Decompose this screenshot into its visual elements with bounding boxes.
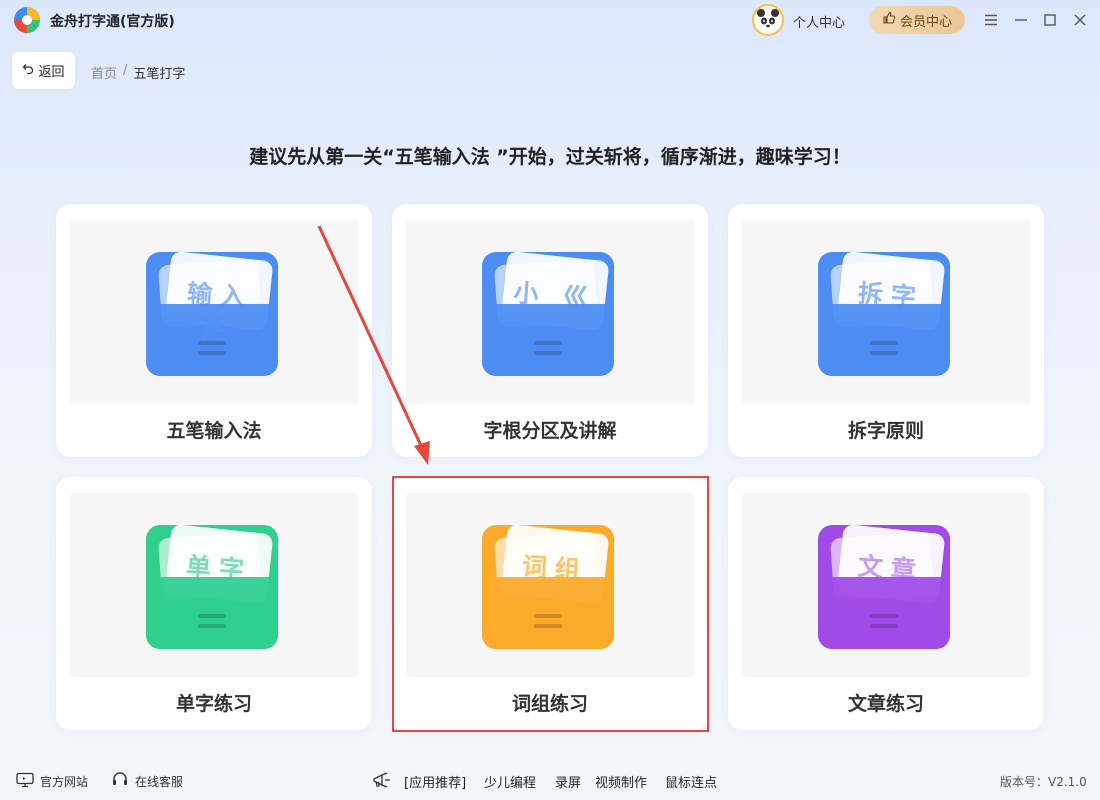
card-article-practice[interactable]: 文章 文章练习 (728, 477, 1044, 730)
recommend-auto-clicker[interactable]: 鼠标连点 (665, 772, 717, 791)
folder-icon: 单字 (146, 523, 278, 649)
folder-icon: 小 巛 (482, 250, 614, 376)
recommend-screen-record[interactable]: 录屏 (555, 772, 581, 791)
card-illustration: 文章 (742, 493, 1030, 677)
card-label: 词组练习 (511, 693, 588, 715)
breadcrumb-separator: / (123, 63, 128, 78)
folder-icon: 拆字 (818, 250, 950, 376)
card-illustration: 拆字 (742, 220, 1030, 404)
minimize-icon[interactable] (1011, 10, 1031, 30)
thumbs-up-icon (882, 11, 896, 29)
vip-center-label: 会员中心 (899, 14, 952, 30)
folder-icon: 输入法 (146, 250, 278, 376)
recommend-video-making[interactable]: 视频制作 (595, 772, 647, 791)
version-label: 版本号：V2.1.0 (1000, 775, 1087, 789)
folder-icon: 词组 (482, 523, 614, 649)
official-site-label: 官方网站 (40, 775, 89, 789)
megaphone-icon (372, 771, 392, 793)
breadcrumb-home[interactable]: 首页 (91, 63, 117, 82)
annotation-arrow (317, 225, 430, 465)
recommend-label: [应用推荐] (404, 776, 467, 791)
card-illustration: 词组 (406, 493, 694, 677)
back-button[interactable]: 返回 (12, 52, 75, 89)
app-logo-icon (12, 5, 42, 35)
avatar[interactable] (752, 4, 784, 36)
card-label: 文章练习 (847, 693, 924, 715)
card-char-split-rules[interactable]: 拆字 拆字原则 (728, 204, 1044, 457)
breadcrumb-current: 五笔打字 (133, 67, 186, 82)
recommend-kids-coding[interactable]: 少儿编程 (484, 772, 536, 791)
maximize-icon[interactable] (1040, 10, 1060, 30)
vip-center-button[interactable]: 会员中心 (869, 6, 965, 34)
app-title: 金舟打字通(官方版) (50, 14, 175, 30)
monitor-icon (16, 772, 34, 791)
close-icon[interactable] (1070, 10, 1090, 30)
page-headline: 建议先从第一关“五笔输入法 ”开始，过关斩将，循序渐进，趣味学习！ (249, 146, 851, 168)
menu-icon[interactable] (981, 10, 1001, 30)
card-phrase-practice[interactable]: 词组 词组练习 (392, 477, 708, 730)
headset-icon (111, 772, 129, 791)
card-illustration: 单字 (70, 493, 358, 677)
back-arrow-icon (22, 63, 34, 79)
personal-center-link[interactable]: 个人中心 (793, 12, 845, 31)
breadcrumb: 首页 / 五笔打字 (91, 63, 185, 82)
card-single-char-practice[interactable]: 单字 单字练习 (56, 477, 372, 730)
folder-icon: 文章 (818, 523, 950, 649)
official-site-link[interactable]: 官方网站 (16, 772, 88, 791)
online-service-link[interactable]: 在线客服 (111, 772, 183, 791)
card-label: 拆字原则 (847, 420, 924, 442)
back-label: 返回 (38, 65, 65, 80)
title-bar: 金舟打字通(官方版) 个人中心 会员中心 (0, 0, 1100, 40)
online-service-label: 在线客服 (135, 775, 184, 789)
card-label: 单字练习 (175, 693, 252, 715)
